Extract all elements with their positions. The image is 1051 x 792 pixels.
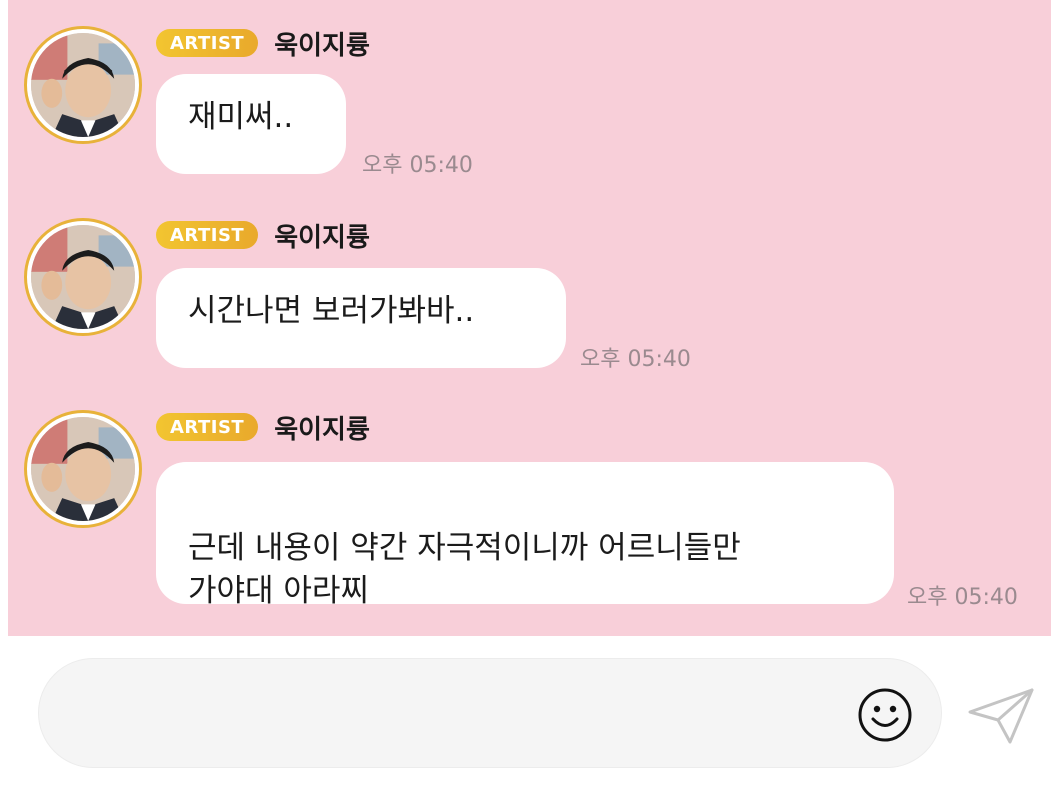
smiley-icon[interactable] bbox=[857, 687, 913, 743]
sender-name[interactable]: 욱이지륭 bbox=[274, 25, 370, 62]
avatar-image bbox=[31, 33, 135, 137]
sender-name[interactable]: 욱이지륭 bbox=[274, 409, 370, 446]
artist-badge: ARTIST bbox=[156, 413, 259, 441]
message-bubble[interactable]: 근데 내용이 약간 자극적이니까 어르니들만 가야대 아라찌 bbox=[156, 462, 894, 609]
paper-plane-icon[interactable] bbox=[966, 686, 1036, 746]
sender-row: ARTIST 욱이지륭 bbox=[156, 25, 370, 62]
sender-row: ARTIST 욱이지륭 bbox=[156, 409, 370, 446]
message-timestamp: 오후 05:40 bbox=[580, 347, 691, 372]
sender-row: ARTIST 욱이지륭 bbox=[156, 217, 370, 254]
message-text: 근데 내용이 약간 자극적이니까 어르니들만 가야대 아라찌 bbox=[188, 530, 741, 609]
message-input[interactable] bbox=[75, 689, 839, 739]
avatar-image bbox=[31, 225, 135, 329]
message-bubble[interactable]: 재미써.. bbox=[156, 74, 346, 174]
message-timestamp: 오후 05:40 bbox=[907, 585, 1018, 610]
avatar-photo-icon bbox=[31, 33, 135, 137]
avatar[interactable] bbox=[24, 218, 142, 336]
artist-badge: ARTIST bbox=[156, 29, 259, 57]
avatar-image bbox=[31, 417, 135, 521]
avatar-photo-icon bbox=[31, 225, 135, 329]
avatar[interactable] bbox=[24, 26, 142, 144]
message-text: 재미써.. bbox=[188, 99, 294, 135]
chat-area: ARTIST 욱이지륭 재미써.. 오후 05:40 ARTIST 욱이지륭 시… bbox=[8, 0, 1051, 636]
avatar-photo-icon bbox=[31, 417, 135, 521]
message-composer bbox=[38, 658, 942, 768]
message-timestamp: 오후 05:40 bbox=[362, 153, 473, 178]
sender-name[interactable]: 욱이지륭 bbox=[274, 217, 370, 254]
artist-badge: ARTIST bbox=[156, 221, 259, 249]
message-bubble[interactable]: 시간나면 보러가봐바.. bbox=[156, 268, 566, 368]
avatar[interactable] bbox=[24, 410, 142, 528]
message-text: 시간나면 보러가봐바.. bbox=[188, 293, 475, 329]
